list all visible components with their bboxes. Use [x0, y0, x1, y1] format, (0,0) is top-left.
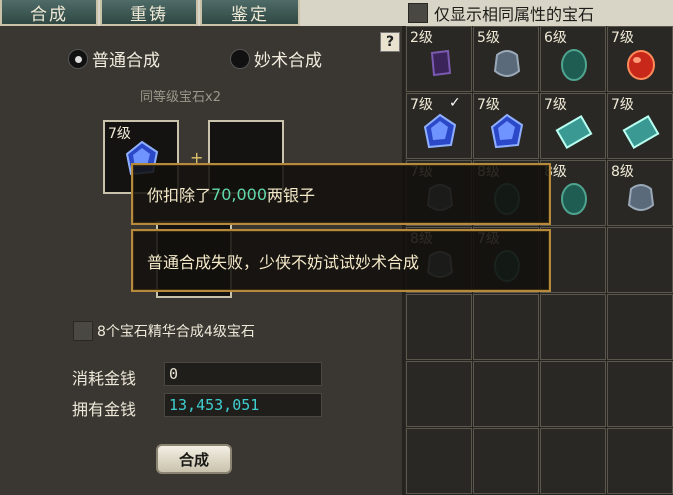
owned-value: 13,453,051: [164, 393, 322, 417]
gem-level-label: 7级: [611, 97, 634, 113]
blue-crystal-icon: [490, 113, 524, 149]
gem-level-label: 7级: [477, 97, 500, 113]
top-bar: 合成 重铸 鉴定 仅显示相同属性的宝石: [0, 0, 673, 26]
normal-compose-option[interactable]: 普通合成: [68, 46, 160, 71]
gem-cell[interactable]: [607, 428, 673, 494]
gem-cell[interactable]: 7级: [473, 93, 539, 159]
gem-cell[interactable]: [540, 294, 606, 360]
gem-cell[interactable]: [540, 428, 606, 494]
grey-stone-icon: [493, 50, 521, 77]
same-attribute-filter[interactable]: 仅显示相同属性的宝石: [408, 2, 594, 24]
deduct-amount: 70,000: [211, 184, 267, 204]
deduct-message: 你扣除了 70,000 两银子: [131, 163, 551, 225]
deduct-suffix: 两银子: [267, 186, 316, 205]
gem-level-label: 7级: [410, 97, 433, 113]
gem-cell[interactable]: 5级: [473, 26, 539, 92]
gem-cell[interactable]: [607, 227, 673, 293]
normal-compose-label: 普通合成: [92, 51, 160, 71]
fail-message: 普通合成失败，少侠不妨试试妙术合成: [131, 229, 551, 292]
cost-value: 0: [164, 362, 322, 386]
compose-button[interactable]: 合成: [156, 444, 232, 474]
same-attribute-checkbox[interactable]: [408, 3, 428, 23]
purple-shard-icon: [430, 49, 452, 77]
gem-level-label: 8级: [611, 164, 634, 180]
same-attribute-label: 仅显示相同属性的宝石: [434, 5, 595, 24]
selected-check-icon: ✓: [449, 95, 461, 111]
gem-cell[interactable]: 7级: [607, 26, 673, 92]
tab-recast[interactable]: 重铸: [100, 0, 198, 26]
gem-cell[interactable]: 8级: [607, 160, 673, 226]
gem-cell[interactable]: [473, 428, 539, 494]
tab-compose[interactable]: 合成: [0, 0, 98, 26]
green-stone-icon: [561, 183, 587, 215]
same-level-hint: 同等级宝石x2: [140, 90, 221, 105]
gem-level-label: 7级: [544, 97, 567, 113]
green-stone-icon: [561, 49, 587, 81]
teal-tablet-icon: [555, 114, 593, 150]
deduct-prefix: 你扣除了: [147, 186, 212, 205]
gem-cell[interactable]: [607, 294, 673, 360]
gem-cell[interactable]: [607, 361, 673, 427]
gem-cell[interactable]: [473, 294, 539, 360]
owned-label: 拥有金钱: [72, 400, 137, 419]
red-ruby-icon: [627, 50, 655, 80]
gem-cell[interactable]: 2级: [406, 26, 472, 92]
essence-option[interactable]: 8个宝石精华合成4级宝石: [73, 321, 255, 341]
gem-cell[interactable]: [406, 428, 472, 494]
gem-level-label: 6级: [544, 30, 567, 46]
gem-cell[interactable]: 6级: [540, 26, 606, 92]
miao-compose-radio[interactable]: [230, 48, 250, 69]
cost-label: 消耗金钱: [72, 369, 137, 388]
help-button[interactable]: ?: [380, 32, 400, 52]
gem-cell[interactable]: [406, 294, 472, 360]
gem-level-label: 7级: [611, 30, 634, 46]
essence-checkbox[interactable]: [73, 321, 93, 341]
miao-compose-label: 妙术合成: [254, 51, 322, 71]
normal-compose-radio[interactable]: [68, 48, 88, 69]
gem-level-label: 2级: [410, 30, 433, 46]
grey-stone-icon: [627, 184, 655, 211]
essence-label: 8个宝石精华合成4级宝石: [97, 324, 255, 340]
gem-level-label: 5级: [477, 30, 500, 46]
gem-cell[interactable]: [406, 361, 472, 427]
gem-cell[interactable]: 7级 ✓: [406, 93, 472, 159]
teal-tablet-icon: [622, 114, 660, 150]
gem-cell[interactable]: [540, 361, 606, 427]
gem-cell[interactable]: [473, 361, 539, 427]
gem-cell[interactable]: 7级: [540, 93, 606, 159]
blue-crystal-icon: [423, 113, 457, 149]
fail-text: 普通合成失败，少侠不妨试试妙术合成: [147, 252, 420, 272]
tab-identify[interactable]: 鉴定: [200, 0, 300, 26]
gem-cell[interactable]: 7级: [607, 93, 673, 159]
miao-compose-option[interactable]: 妙术合成: [230, 46, 322, 71]
